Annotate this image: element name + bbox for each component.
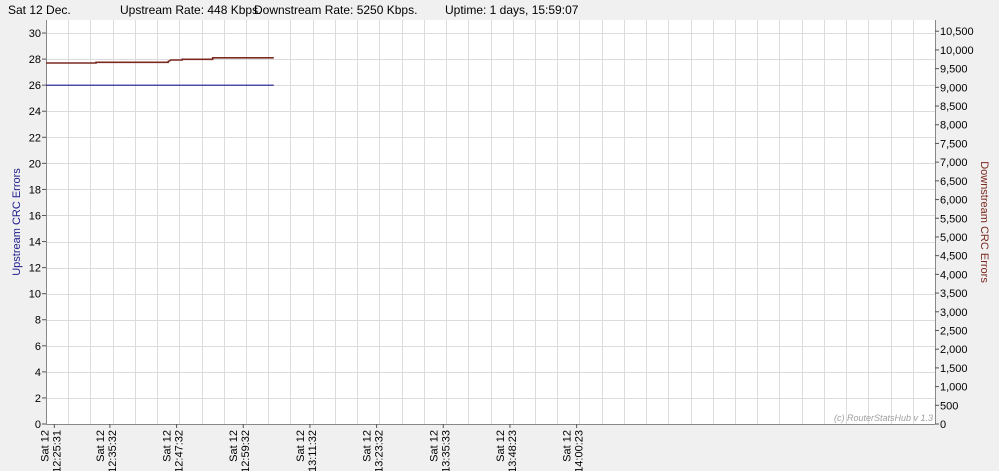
right-tick-label: 500 — [940, 400, 958, 412]
x-tick-day: Sat 12 — [495, 430, 507, 462]
right-tick-label: 10,000 — [940, 45, 974, 57]
left-tick-label: 4 — [35, 367, 41, 379]
right-tick-label: 1,500 — [940, 363, 968, 375]
x-tick-time: 13:48:23 — [507, 430, 519, 471]
x-tick-time: 12:47:32 — [174, 430, 186, 471]
downstream-rate-label: Downstream Rate: 5250 Kbps. — [254, 3, 418, 17]
uptime-label: Uptime: 1 days, 15:59:07 — [445, 3, 579, 17]
right-tick-label: 8,000 — [940, 120, 968, 132]
x-tick-time: 14:00:23 — [574, 430, 586, 471]
left-tick-label: 28 — [29, 54, 41, 66]
right-tick-label: 9,500 — [940, 64, 968, 76]
x-tick-label: Sat 1213:48:23 — [495, 430, 519, 471]
left-tick-label: 24 — [29, 106, 41, 118]
x-tick-label: Sat 1212:59:32 — [228, 430, 252, 471]
left-tick-label: 14 — [29, 237, 41, 249]
left-tick-label: 6 — [35, 341, 41, 353]
x-tick-time: 13:23:32 — [374, 430, 386, 471]
x-tick-time: 12:35:32 — [107, 430, 119, 471]
x-tick-day: Sat 12 — [295, 430, 307, 462]
x-tick-label: Sat 1212:35:32 — [95, 430, 119, 471]
left-tick-label: 16 — [29, 210, 41, 222]
right-tick-label: 5,500 — [940, 213, 968, 225]
right-tick-label: 6,500 — [940, 176, 968, 188]
left-tick-label: 10 — [29, 289, 41, 301]
right-tick-label: 0 — [940, 419, 946, 431]
left-tick-label: 12 — [29, 263, 41, 275]
x-tick-label: Sat 1212:25:31 — [39, 430, 63, 471]
x-tick-time: 13:35:33 — [440, 430, 452, 471]
x-tick-time: 12:25:31 — [51, 430, 63, 471]
left-tick-label: 18 — [29, 184, 41, 196]
right-tick-label: 7,000 — [940, 157, 968, 169]
date-label: Sat 12 Dec. — [8, 3, 71, 17]
right-tick-label: 2,500 — [940, 325, 968, 337]
right-tick-label: 2,000 — [940, 344, 968, 356]
left-tick-label: 0 — [35, 419, 41, 431]
left-tick-label: 8 — [35, 315, 41, 327]
x-tick-day: Sat 12 — [95, 430, 107, 462]
x-tick-time: 12:59:32 — [240, 430, 252, 471]
right-tick-label: 4,000 — [940, 269, 968, 281]
x-tick-day: Sat 12 — [39, 430, 51, 462]
left-tick-label: 26 — [29, 80, 41, 92]
left-tick-label: 20 — [29, 158, 41, 170]
right-axis-label: Downstream CRC Errors — [978, 161, 990, 283]
right-tick-label: 1,000 — [940, 382, 968, 394]
right-tick-label: 3,000 — [940, 307, 968, 319]
x-tick-label: Sat 1212:47:32 — [162, 430, 186, 471]
left-axis-label: Upstream CRC Errors — [11, 168, 23, 276]
right-tick-label: 4,500 — [940, 251, 968, 263]
watermark-text: (c) RouterStatsHub v 1.3 — [834, 413, 933, 423]
right-tick-label: 7,500 — [940, 138, 968, 150]
right-tick-label: 9,000 — [940, 82, 968, 94]
left-tick-label: 2 — [35, 393, 41, 405]
x-tick-day: Sat 12 — [562, 430, 574, 462]
x-tick-time: 13:11:32 — [307, 430, 319, 471]
left-tick-label: 30 — [29, 28, 41, 40]
x-tick-label: Sat 1213:23:32 — [362, 430, 386, 471]
x-tick-day: Sat 12 — [428, 430, 440, 462]
right-tick-label: 10,500 — [940, 26, 974, 38]
x-tick-label: Sat 1214:00:23 — [562, 430, 586, 471]
upstream-rate-label: Upstream Rate: 448 Kbps. — [120, 3, 262, 17]
right-tick-label: 6,000 — [940, 195, 968, 207]
status-header: Sat 12 Dec. Upstream Rate: 448 Kbps. Dow… — [0, 0, 999, 20]
x-tick-label: Sat 1213:35:33 — [428, 430, 452, 471]
x-tick-day: Sat 12 — [362, 430, 374, 462]
right-tick-label: 5,000 — [940, 232, 968, 244]
x-tick-day: Sat 12 — [162, 430, 174, 462]
right-tick-label: 8,500 — [940, 101, 968, 113]
left-tick-label: 22 — [29, 132, 41, 144]
x-tick-label: Sat 1213:11:32 — [295, 430, 319, 471]
x-tick-day: Sat 12 — [228, 430, 240, 462]
crc-errors-chart: 02468101214161820222426283005001,0001,50… — [11, 20, 990, 471]
right-tick-label: 3,500 — [940, 288, 968, 300]
